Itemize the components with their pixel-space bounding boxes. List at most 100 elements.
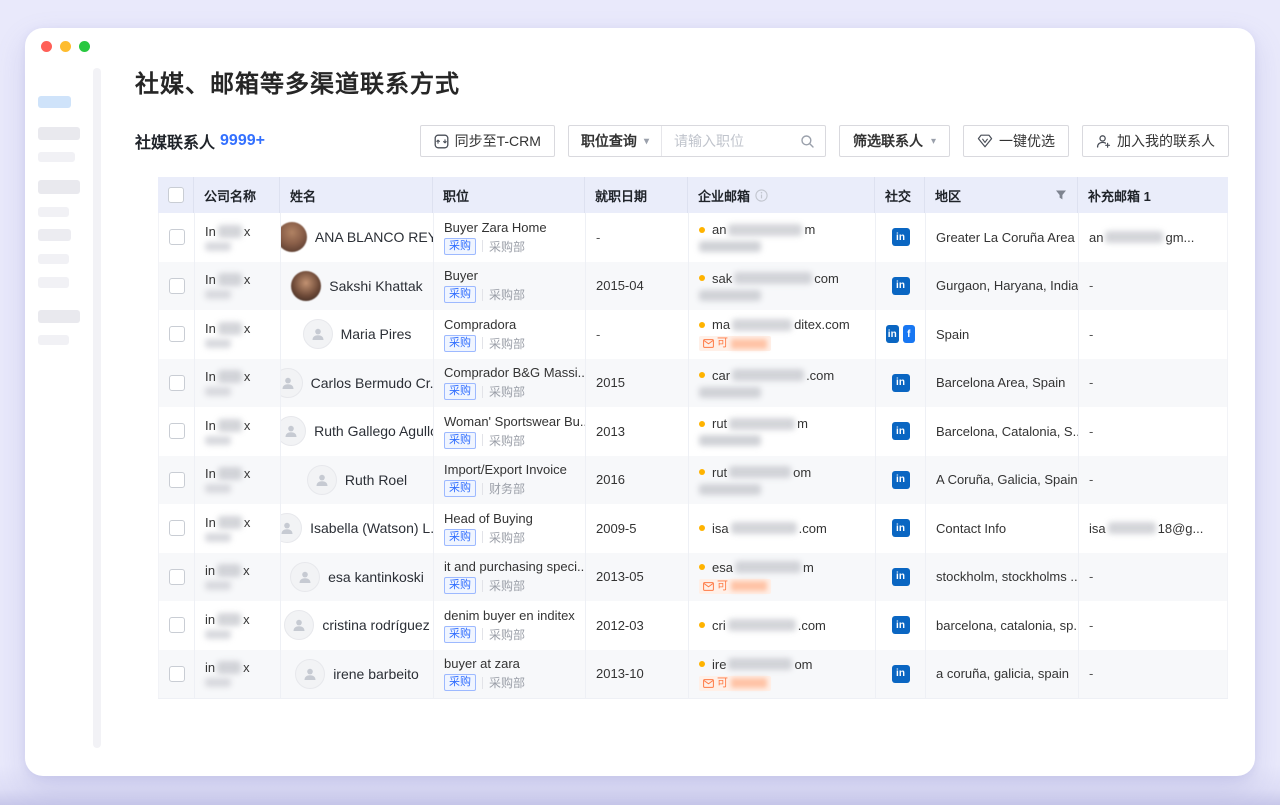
email-cell: rutm: [689, 407, 876, 456]
linkedin-icon[interactable]: in: [892, 616, 910, 634]
company-prefix: In: [205, 466, 216, 481]
linkedin-icon[interactable]: in: [892, 374, 910, 392]
region-cell: Greater La Coruña Area: [926, 213, 1079, 262]
avatar: [303, 319, 333, 349]
position-query-dropdown[interactable]: 职位查询 ▾: [569, 126, 662, 156]
company-prefix: In: [205, 418, 216, 433]
add-to-my-contacts-button[interactable]: 加入我的联系人: [1082, 125, 1229, 157]
avatar: [281, 416, 306, 446]
row-checkbox[interactable]: [169, 666, 185, 682]
email-cell: anm: [689, 213, 876, 262]
company-cell: Inx: [195, 262, 281, 311]
list-label: 社媒联系人: [135, 129, 215, 153]
start-date-value: -: [596, 230, 678, 245]
filter-funnel-icon[interactable]: [1055, 189, 1067, 201]
linkedin-icon[interactable]: in: [892, 519, 910, 537]
email-suffix: m: [804, 222, 815, 237]
sidebar-item-active[interactable]: [38, 96, 71, 108]
sync-to-crm-button[interactable]: 同步至T-CRM: [420, 125, 555, 157]
redacted-blur: [734, 272, 812, 284]
company-suffix: x: [244, 466, 251, 481]
mail-icon: [703, 339, 714, 348]
linkedin-icon[interactable]: in: [886, 325, 899, 343]
position-cell: Buyer Zara Home采购采购部: [434, 213, 586, 262]
linkedin-icon[interactable]: in: [892, 568, 910, 586]
department-label: 采购部: [489, 432, 525, 449]
name-cell: Isabella (Watson) L...: [281, 504, 434, 553]
redacted-blur: [729, 418, 795, 430]
linkedin-icon[interactable]: in: [892, 277, 910, 295]
start-date-value: 2015-04: [596, 278, 678, 293]
one-click-optimize-button[interactable]: 一键优选: [963, 125, 1069, 157]
person-icon: [297, 569, 313, 585]
position-title: Compradora: [444, 317, 575, 332]
linkedin-icon[interactable]: in: [892, 228, 910, 246]
position-query-label: 职位查询: [581, 131, 637, 151]
position-cell: Compradora采购采购部: [434, 310, 586, 359]
linkedin-icon[interactable]: in: [892, 665, 910, 683]
row-checkbox[interactable]: [169, 472, 185, 488]
email-prefix: cri: [712, 618, 726, 633]
company-prefix: In: [205, 515, 216, 530]
company-name-redacted: inx: [205, 612, 270, 627]
position-cell: denim buyer en inditex采购采购部: [434, 601, 586, 650]
filter-contacts-button[interactable]: 筛选联系人 ▾: [839, 125, 950, 157]
email-prefix: sak: [712, 271, 732, 286]
company-suffix: x: [244, 369, 251, 384]
info-icon[interactable]: [755, 189, 768, 202]
avatar: [281, 513, 302, 543]
maximize-window-icon[interactable]: [79, 41, 90, 52]
region-cell: Barcelona Area, Spain: [926, 359, 1079, 408]
procurement-tag: 采购: [444, 480, 476, 497]
row-checkbox[interactable]: [169, 423, 185, 439]
header-region: 地区: [925, 177, 1078, 213]
search-icon[interactable]: [800, 134, 815, 149]
name-cell: Maria Pires: [281, 310, 434, 359]
minimize-window-icon[interactable]: [60, 41, 71, 52]
facebook-icon[interactable]: f: [903, 325, 916, 343]
start-date-value: 2016: [596, 472, 678, 487]
start-date-value: 2013-05: [596, 569, 678, 584]
email-status-dot: [699, 525, 705, 531]
position-title: Head of Buying: [444, 511, 575, 526]
reachable-badge: 可: [699, 676, 771, 691]
social-cell: in: [876, 456, 926, 505]
person-icon: [283, 423, 299, 439]
sidebar-skeleton: [38, 96, 98, 345]
email-status-dot: [699, 421, 705, 427]
redacted-blur: [205, 339, 231, 348]
select-all-checkbox[interactable]: [168, 187, 184, 203]
email-suffix: m: [797, 416, 808, 431]
row-checkbox[interactable]: [169, 278, 185, 294]
start-date-value: 2013: [596, 424, 678, 439]
row-checkbox[interactable]: [169, 569, 185, 585]
email-redacted: isa.com: [699, 521, 865, 536]
company-cell: Inx: [195, 310, 281, 359]
close-window-icon[interactable]: [41, 41, 52, 52]
company-cell: inx: [195, 553, 281, 602]
row-checkbox[interactable]: [169, 375, 185, 391]
avatar: [307, 465, 337, 495]
row-checkbox[interactable]: [169, 520, 185, 536]
extra-email-value: -: [1089, 618, 1219, 633]
row-checkbox[interactable]: [169, 326, 185, 342]
social-cell: in: [876, 262, 926, 311]
social-cell: in: [876, 601, 926, 650]
redacted-blur: [728, 619, 796, 631]
sidebar-divider: [93, 68, 101, 748]
extra-email-cell: -: [1079, 650, 1229, 699]
row-checkbox[interactable]: [169, 617, 185, 633]
position-search-input[interactable]: [662, 126, 800, 156]
sidebar-skeleton-bar: [38, 152, 75, 162]
redacted-blur: [205, 533, 231, 542]
email-prefix: car: [712, 368, 730, 383]
extra-email-value: -: [1089, 424, 1219, 439]
tag-separator: [482, 434, 483, 446]
person-icon: [281, 520, 295, 536]
email-redacted: esam: [699, 560, 865, 575]
social-cell: in: [876, 650, 926, 699]
linkedin-icon[interactable]: in: [892, 422, 910, 440]
linkedin-icon[interactable]: in: [892, 471, 910, 489]
row-checkbox[interactable]: [169, 229, 185, 245]
email-cell: maditex.com可: [689, 310, 876, 359]
